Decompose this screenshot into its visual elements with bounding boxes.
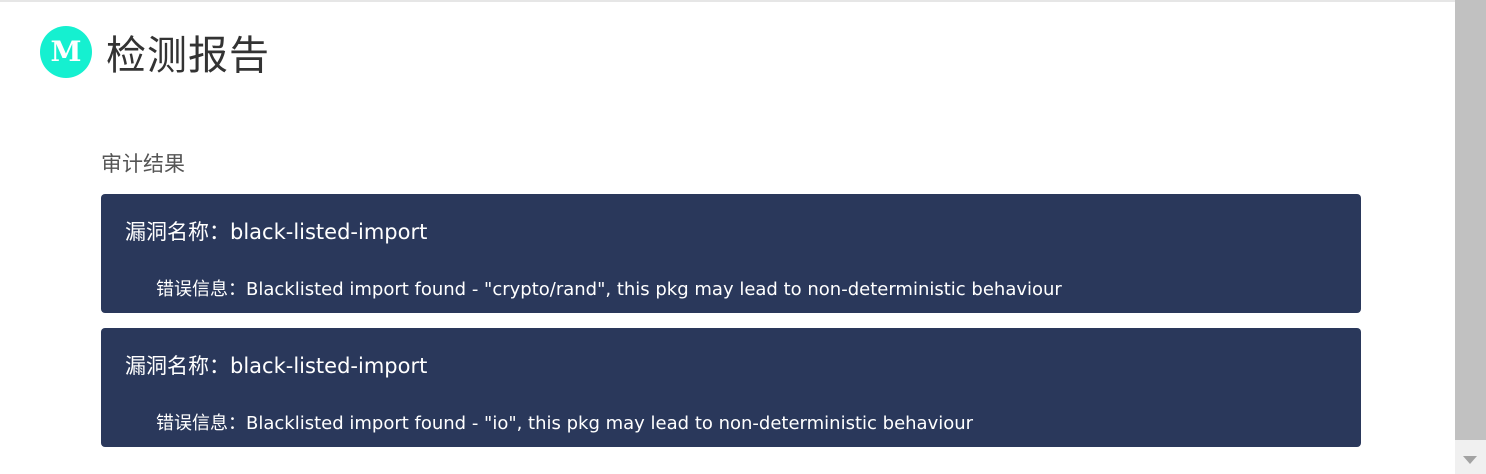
result-card: 漏洞名称：black-listed-import 错误信息：Blackliste… (101, 194, 1361, 313)
result-card: 漏洞名称：black-listed-import 错误信息：Blackliste… (101, 328, 1361, 447)
error-message: 错误信息：Blacklisted import found - "io", th… (156, 413, 974, 434)
error-message: 错误信息：Blacklisted import found - "crypto/… (156, 279, 1062, 300)
scroll-down-arrow-icon[interactable] (1463, 456, 1477, 464)
page-header: M 检测报告 (40, 22, 270, 82)
results-list: 漏洞名称：black-listed-import 错误信息：Blackliste… (101, 194, 1361, 462)
vertical-scrollbar[interactable] (1455, 0, 1486, 474)
logo-icon: M (40, 26, 92, 78)
vulnerability-name: 漏洞名称：black-listed-import (125, 354, 428, 378)
page-title: 检测报告 (106, 33, 270, 79)
report-page: M 检测报告 审计结果 漏洞名称：black-listed-import 错误信… (0, 0, 1455, 474)
vulnerability-name: 漏洞名称：black-listed-import (125, 220, 428, 244)
scrollbar-thumb[interactable] (1455, 0, 1486, 440)
section-title: 审计结果 (101, 152, 185, 176)
